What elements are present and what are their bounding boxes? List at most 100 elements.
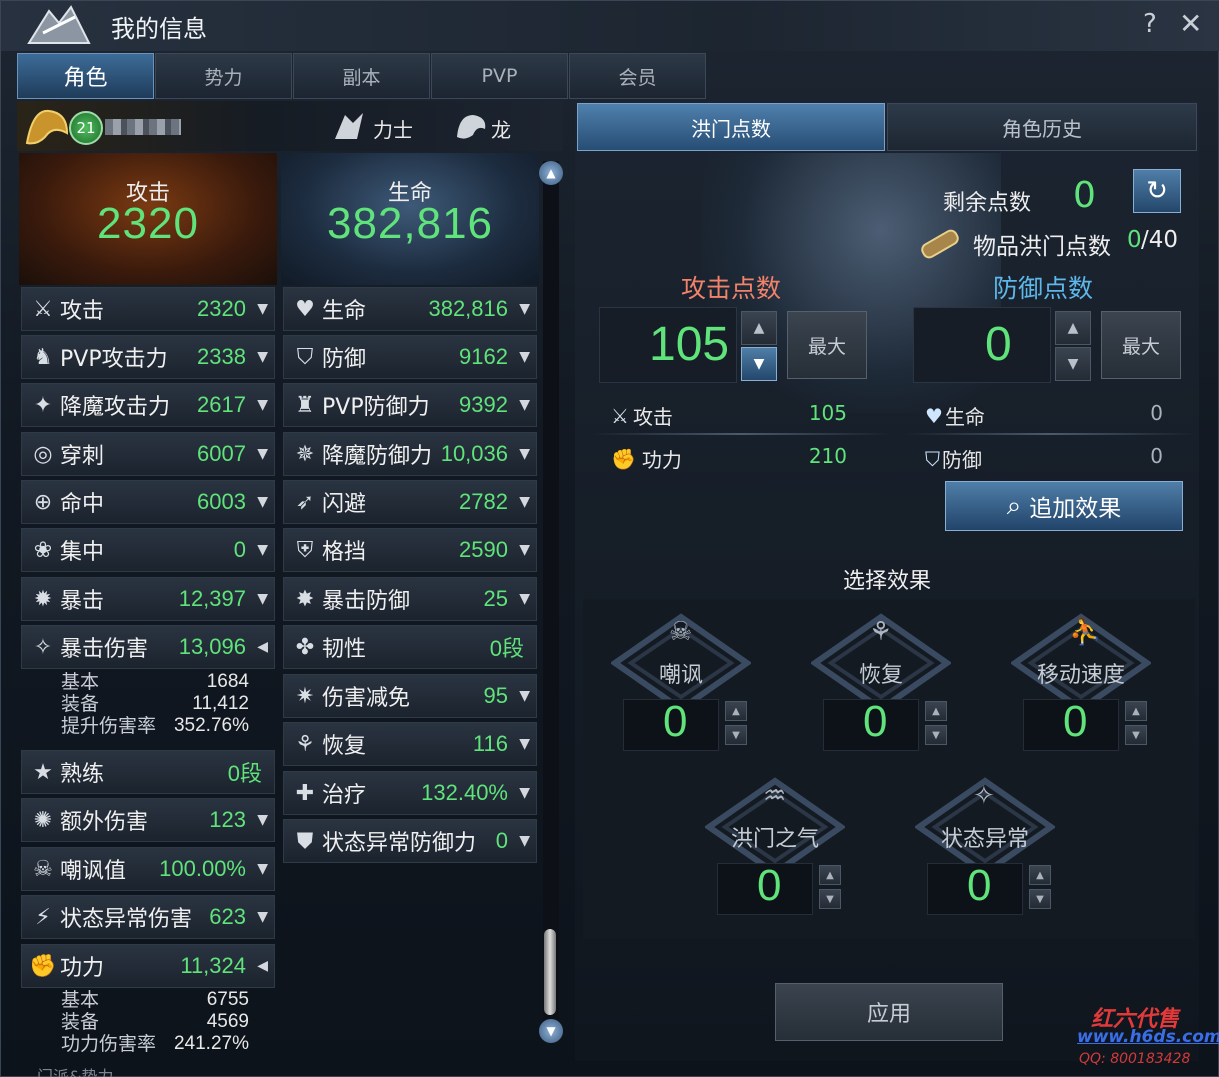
- expand-arrow-icon[interactable]: ▼: [257, 542, 268, 558]
- defense-points-decrease[interactable]: ▼: [1055, 347, 1091, 381]
- expand-arrow-icon[interactable]: ▼: [519, 301, 530, 317]
- stat-row-sprout[interactable]: ⚘ 恢复 116 ▼: [283, 722, 537, 766]
- expand-arrow-icon[interactable]: ▼: [257, 446, 268, 462]
- footer-faction-label: 门派&势力: [37, 1067, 114, 1077]
- crit-detail-base-label: 基本: [61, 671, 100, 693]
- tab-character[interactable]: 角色: [17, 53, 154, 99]
- stat-row-pierce[interactable]: ◎ 穿刺 6007 ▼: [21, 432, 275, 476]
- status-defense-icon: ⛊: [296, 828, 314, 854]
- help-button[interactable]: ?: [1143, 9, 1157, 39]
- expand-arrow-icon[interactable]: ▼: [519, 397, 530, 413]
- scroll-up-button[interactable]: ▲: [539, 161, 563, 185]
- effect-decrease[interactable]: ▼: [1125, 725, 1147, 745]
- tab-pvp[interactable]: PVP: [431, 53, 568, 99]
- scroll-down-button[interactable]: ▼: [539, 1019, 563, 1043]
- stat-label: 命中: [60, 492, 105, 517]
- crossed-swords-icon: ⚔: [33, 296, 53, 322]
- expand-arrow-icon[interactable]: ▼: [257, 591, 268, 607]
- tab-membership[interactable]: 会员: [569, 53, 706, 99]
- close-button[interactable]: ✕: [1179, 7, 1202, 40]
- attack-points-increase[interactable]: ▲: [741, 311, 777, 345]
- tab-faction[interactable]: 势力: [155, 53, 292, 99]
- expand-arrow-icon[interactable]: ▼: [257, 494, 268, 510]
- collapse-arrow-icon[interactable]: ◀: [257, 958, 268, 974]
- defense-points-increase[interactable]: ▲: [1055, 311, 1091, 345]
- stat-row-evade[interactable]: ➶ 闪避 2782 ▼: [283, 480, 537, 524]
- stat-row-tenacity[interactable]: ✤ 韧性 0段: [283, 625, 537, 669]
- stat-value: 623: [209, 904, 246, 929]
- effect-decrease[interactable]: ▼: [925, 725, 947, 745]
- scrollbar-thumb[interactable]: [544, 929, 556, 1015]
- expand-arrow-icon[interactable]: ▼: [257, 812, 268, 828]
- stat-row-extra-damage[interactable]: ✺ 额外伤害 123 ▼: [21, 798, 275, 842]
- tab-hongmen-points[interactable]: 洪门点数: [577, 103, 885, 151]
- effect-increase[interactable]: ▲: [819, 865, 841, 885]
- effect-attack-label: 攻击: [632, 405, 673, 429]
- stat-value: 0段: [489, 636, 524, 661]
- expand-arrow-icon[interactable]: ▼: [519, 833, 530, 849]
- expand-arrow-icon[interactable]: ▼: [519, 591, 530, 607]
- effect-increase[interactable]: ▲: [925, 701, 947, 721]
- stars-icon: ✧: [973, 781, 995, 811]
- expand-arrow-icon[interactable]: ▼: [519, 349, 530, 365]
- expand-arrow-icon[interactable]: ▼: [257, 301, 268, 317]
- stat-row-focus[interactable]: ❀ 集中 0 ▼: [21, 528, 275, 572]
- stat-row-skull[interactable]: ☠ 嘲讽值 100.00% ▼: [21, 847, 275, 891]
- effect-increase[interactable]: ▲: [725, 701, 747, 721]
- stat-row-critical-damage[interactable]: ✧ 暴击伤害 13,096 ◀: [21, 625, 275, 669]
- expand-arrow-icon[interactable]: ▼: [257, 397, 268, 413]
- attack-points-label: 攻击点数: [681, 274, 782, 303]
- collapse-arrow-icon[interactable]: ◀: [257, 639, 268, 655]
- expand-arrow-icon[interactable]: ▼: [519, 736, 530, 752]
- stat-row-status-defense[interactable]: ⛊ 状态异常防御力 0 ▼: [283, 819, 537, 863]
- effect-power-value: 210: [808, 444, 847, 468]
- stat-row-target[interactable]: ⊕ 命中 6003 ▼: [21, 480, 275, 524]
- stat-label: 韧性: [322, 637, 367, 662]
- status-damage-icon: ⚡: [35, 904, 51, 930]
- damage-reduction-icon: ✷: [295, 683, 315, 709]
- evade-icon: ➶: [295, 489, 315, 515]
- stat-row-demon-attack[interactable]: ✦ 降魔攻击力 2617 ▼: [21, 383, 275, 427]
- attack-points-decrease[interactable]: ▼: [741, 347, 777, 381]
- tab-character-history[interactable]: 角色历史: [887, 103, 1197, 151]
- stat-value: 12,397: [178, 586, 246, 611]
- stat-row-status-damage[interactable]: ⚡ 状态异常伤害 623 ▼: [21, 895, 275, 939]
- stat-row-pvp-attack[interactable]: ♞ PVP攻击力 2338 ▼: [21, 335, 275, 379]
- stat-row-block[interactable]: ⛨ 格挡 2590 ▼: [283, 528, 537, 572]
- apply-button[interactable]: 应用: [775, 983, 1003, 1041]
- expand-arrow-icon[interactable]: ▼: [519, 494, 530, 510]
- effect-increase[interactable]: ▲: [1029, 865, 1051, 885]
- scrollbar-track[interactable]: [543, 161, 559, 1041]
- stat-row-damage-reduction[interactable]: ✷ 伤害减免 95 ▼: [283, 674, 537, 718]
- expand-arrow-icon[interactable]: ▼: [519, 688, 530, 704]
- stat-value: 116: [472, 731, 508, 756]
- expand-arrow-icon[interactable]: ▼: [257, 349, 268, 365]
- stat-row-heal[interactable]: ✚ 治疗 132.40% ▼: [283, 771, 537, 815]
- expand-arrow-icon[interactable]: ▼: [519, 446, 530, 462]
- stat-row-crossed-swords[interactable]: ⚔ 攻击 2320 ▼: [21, 287, 275, 331]
- defense-max-button[interactable]: 最大: [1101, 311, 1181, 379]
- stat-value: 100.00%: [159, 856, 246, 881]
- tab-dungeon[interactable]: 副本: [293, 53, 430, 99]
- expand-arrow-icon[interactable]: ▼: [257, 861, 268, 877]
- stat-row-shield[interactable]: ⛉ 防御 9162 ▼: [283, 335, 537, 379]
- effect-increase[interactable]: ▲: [1125, 701, 1147, 721]
- reset-button[interactable]: ↻: [1133, 169, 1181, 213]
- effect-decrease[interactable]: ▼: [819, 889, 841, 909]
- expand-arrow-icon[interactable]: ▼: [519, 542, 530, 558]
- stat-row-crit-defense[interactable]: ✸ 暴击防御 25 ▼: [283, 577, 537, 621]
- expand-arrow-icon[interactable]: ▼: [519, 785, 530, 801]
- effect-decrease[interactable]: ▼: [1029, 889, 1051, 909]
- stat-row-heart[interactable]: ♥ 生命 382,816 ▼: [283, 287, 537, 331]
- stat-row-power-fist[interactable]: ✊ 功力 11,324 ◀: [21, 944, 275, 988]
- stat-row-critical[interactable]: ✹ 暴击 12,397 ▼: [21, 577, 275, 621]
- stat-row-mastery[interactable]: ★ 熟练 0段: [21, 750, 275, 794]
- effect-decrease[interactable]: ▼: [725, 725, 747, 745]
- add-effect-button[interactable]: ⌕ 追加效果: [945, 481, 1183, 531]
- dragon-emblem-icon: [25, 109, 69, 145]
- my-info-window: 我的信息 ? ✕ 角色 势力 副本 PVP 会员 21 力士 龙 攻击 2320…: [0, 0, 1219, 1077]
- stat-row-pvp-defense[interactable]: ♜ PVP防御力 9392 ▼: [283, 383, 537, 427]
- stat-row-demon-defense[interactable]: ✵ 降魔防御力 10,036 ▼: [283, 432, 537, 476]
- expand-arrow-icon[interactable]: ▼: [257, 909, 268, 925]
- attack-max-button[interactable]: 最大: [787, 311, 867, 379]
